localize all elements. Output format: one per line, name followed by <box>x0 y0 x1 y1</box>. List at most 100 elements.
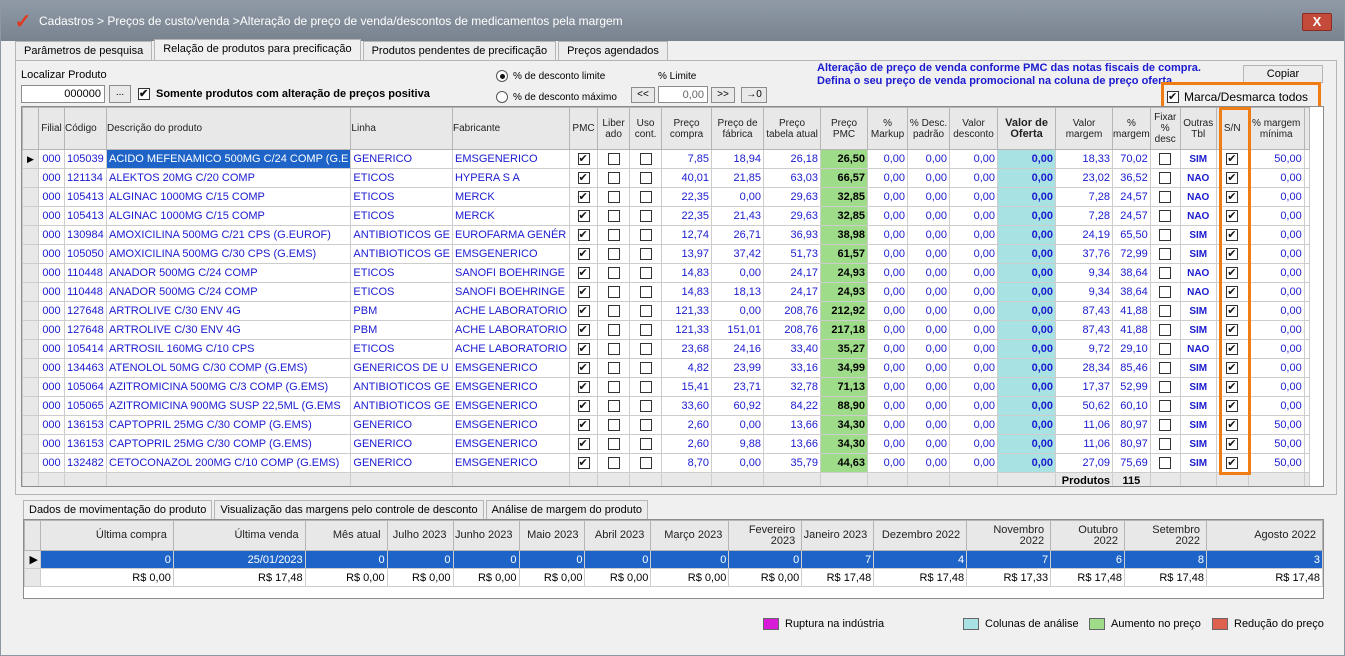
fixar-desc-checkbox[interactable] <box>1159 267 1172 280</box>
cell-fixar-desc[interactable] <box>1149 149 1181 169</box>
liberado-checkbox[interactable] <box>607 172 620 185</box>
liberado-checkbox[interactable] <box>607 381 620 394</box>
cell-fixar-desc[interactable] <box>1149 301 1181 321</box>
table-row[interactable]: 000 136153 CAPTOPRIL 25MG C/30 COMP (G.EMS… <box>22 415 1310 435</box>
fixar-desc-checkbox[interactable] <box>1159 210 1172 223</box>
table-row[interactable]: 000 105413 ALGINAC 1000MG C/15 COMP ETICOS M… <box>22 187 1310 207</box>
column-header[interactable]: Linha <box>350 107 453 150</box>
radio-desconto-maximo[interactable]: % de desconto máximo <box>496 91 617 103</box>
cell-liberado[interactable] <box>597 301 631 321</box>
cell-pmc[interactable] <box>569 149 599 169</box>
cell-fixar-desc[interactable] <box>1149 377 1181 397</box>
cell-uso-continuo[interactable] <box>629 168 663 188</box>
liberado-checkbox[interactable] <box>607 400 620 413</box>
liberado-checkbox[interactable] <box>607 362 620 375</box>
table-row[interactable]: 000 127648 ARTROLIVE C/30 ENV 4G PBM ACHE LA… <box>22 320 1310 340</box>
cell-fixar-desc[interactable] <box>1149 434 1181 454</box>
liberado-checkbox[interactable] <box>607 438 620 451</box>
fixar-desc-checkbox[interactable] <box>1159 419 1172 432</box>
cell-liberado[interactable] <box>597 434 631 454</box>
fixar-desc-checkbox[interactable] <box>1159 229 1172 242</box>
cell-uso-continuo[interactable] <box>629 320 663 340</box>
localizar-lookup-button[interactable]: ... <box>109 85 131 103</box>
liberado-checkbox[interactable] <box>607 248 620 261</box>
movement-column-header[interactable]: Dezembro 2022 <box>873 520 968 551</box>
column-header[interactable]: % Markup <box>867 107 909 150</box>
cell-uso-continuo[interactable] <box>629 434 663 454</box>
liberado-checkbox[interactable] <box>607 457 620 470</box>
pmc-checkbox[interactable] <box>577 190 590 204</box>
cell-liberado[interactable] <box>597 168 631 188</box>
cell-uso-continuo[interactable] <box>629 187 663 207</box>
fixar-desc-checkbox[interactable] <box>1159 191 1172 204</box>
column-header[interactable]: Preço tabela atual <box>763 107 822 150</box>
radio-desconto-limite[interactable]: % de desconto limite <box>496 70 605 82</box>
movement-column-header[interactable]: Agosto 2022 <box>1205 520 1323 551</box>
pct-limite-input[interactable]: 0,00 <box>658 86 708 103</box>
column-header[interactable]: Código <box>64 107 107 150</box>
movement-row[interactable]: ▶ 0 25/01/2023 0 0 0 0 0 0 0 7 4 7 6 8 3 <box>24 550 1323 569</box>
movement-column-header[interactable]: Última compra <box>39 520 174 551</box>
table-row[interactable]: 000 121134 ALEKTOS 20MG C/20 COMP ETICOS HYP… <box>22 168 1310 188</box>
cell-pmc[interactable] <box>569 244 599 264</box>
movement-column-header[interactable]: Setembro 2022 <box>1124 520 1207 551</box>
uso-continuo-checkbox[interactable] <box>639 267 652 280</box>
fixar-desc-checkbox[interactable] <box>1159 172 1172 185</box>
next-button[interactable]: >> <box>711 87 735 103</box>
pmc-checkbox[interactable] <box>577 456 590 470</box>
movement-column-header[interactable]: Junho 2023 <box>452 520 520 551</box>
cell-pmc[interactable] <box>569 320 599 340</box>
column-header[interactable]: Valor de Oferta <box>997 107 1057 150</box>
cell-fixar-desc[interactable] <box>1149 320 1181 340</box>
cell-pmc[interactable] <box>569 434 599 454</box>
pmc-checkbox[interactable] <box>577 323 590 337</box>
cell-fixar-desc[interactable] <box>1149 225 1181 245</box>
column-header[interactable]: Fixar % desc <box>1149 107 1181 150</box>
pmc-checkbox[interactable] <box>577 247 590 261</box>
fixar-desc-checkbox[interactable] <box>1159 400 1172 413</box>
cell-pmc[interactable] <box>569 453 599 473</box>
cell-uso-continuo[interactable] <box>629 453 663 473</box>
cell-pmc[interactable] <box>569 339 599 359</box>
pmc-checkbox[interactable] <box>577 171 590 185</box>
uso-continuo-checkbox[interactable] <box>639 191 652 204</box>
cell-fixar-desc[interactable] <box>1149 282 1181 302</box>
pmc-checkbox[interactable] <box>577 380 590 394</box>
liberado-checkbox[interactable] <box>607 305 620 318</box>
table-row[interactable]: 000 130984 AMOXICILINA 500MG C/21 CPS (G.E… <box>22 225 1310 245</box>
cell-liberado[interactable] <box>597 187 631 207</box>
cell-uso-continuo[interactable] <box>629 415 663 435</box>
liberado-checkbox[interactable] <box>607 324 620 337</box>
column-header[interactable]: Fabricante <box>451 107 571 150</box>
column-header[interactable]: PMC <box>569 107 599 150</box>
cell-uso-continuo[interactable] <box>629 206 663 226</box>
cell-uso-continuo[interactable] <box>629 244 663 264</box>
table-row[interactable]: ▶ 000 105039 ACIDO MEFENAMICO 500MG C/24 CO… <box>22 149 1310 169</box>
pmc-checkbox[interactable] <box>577 418 590 432</box>
pmc-checkbox[interactable] <box>577 437 590 451</box>
table-row[interactable]: 000 110448 ANADOR 500MG C/24 COMP ETICOS SAN… <box>22 263 1310 283</box>
cell-uso-continuo[interactable] <box>629 263 663 283</box>
pmc-checkbox[interactable] <box>577 228 590 242</box>
column-header[interactable]: % margem mínima <box>1247 107 1305 150</box>
cell-uso-continuo[interactable] <box>629 339 663 359</box>
fixar-desc-checkbox[interactable] <box>1159 153 1172 166</box>
cell-fixar-desc[interactable] <box>1149 358 1181 378</box>
column-header[interactable]: % margem <box>1112 107 1151 150</box>
liberado-checkbox[interactable] <box>607 210 620 223</box>
cell-liberado[interactable] <box>597 263 631 283</box>
somente-positiva-checkbox[interactable] <box>138 87 150 100</box>
movement-column-header[interactable]: Novembro 2022 <box>966 520 1052 551</box>
tab-precos-agendados[interactable]: Preços agendados <box>558 41 668 61</box>
fixar-desc-checkbox[interactable] <box>1159 457 1172 470</box>
uso-continuo-checkbox[interactable] <box>639 286 652 299</box>
pmc-checkbox[interactable] <box>577 266 590 280</box>
pmc-checkbox[interactable] <box>577 342 590 356</box>
pmc-checkbox[interactable] <box>577 361 590 375</box>
fixar-desc-checkbox[interactable] <box>1159 438 1172 451</box>
uso-continuo-checkbox[interactable] <box>639 457 652 470</box>
radio-maximo-icon[interactable] <box>496 91 508 103</box>
table-row[interactable]: 000 105065 AZITROMICINA 900MG SUSP 22,5ML … <box>22 396 1310 416</box>
liberado-checkbox[interactable] <box>607 153 620 166</box>
cell-pmc[interactable] <box>569 168 599 188</box>
